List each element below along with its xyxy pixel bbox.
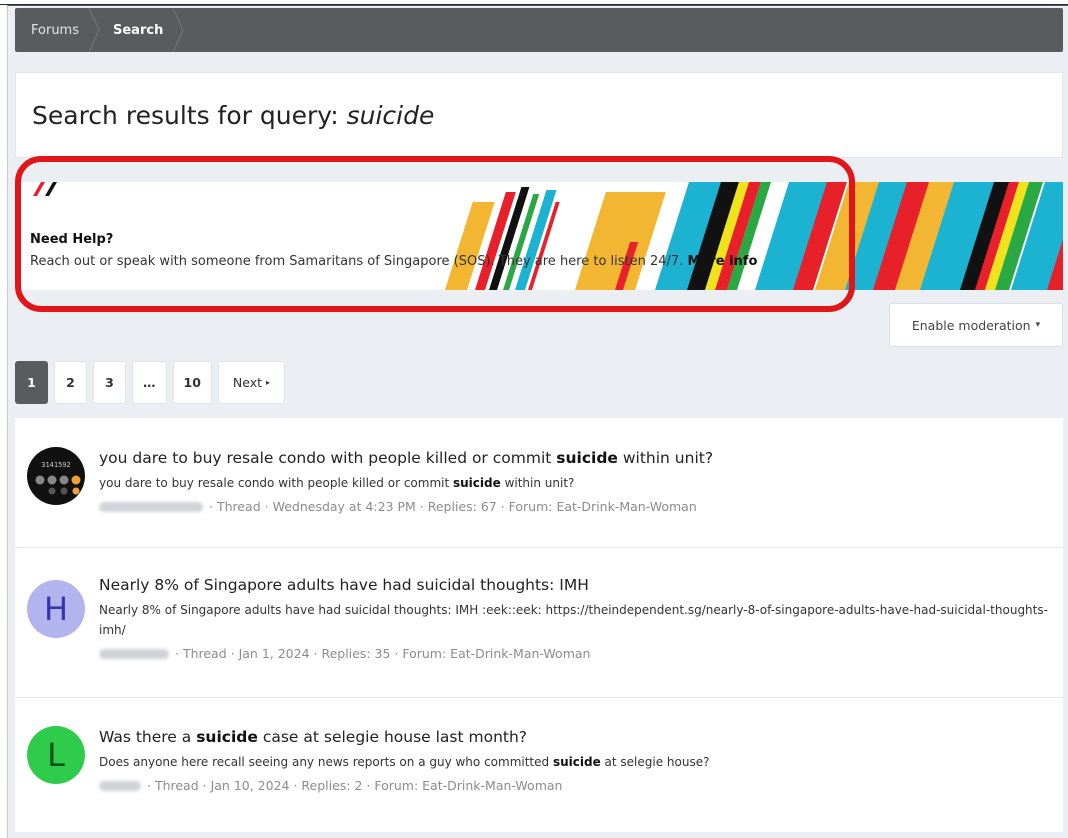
- result-title-text: within unit?: [617, 449, 714, 467]
- banner-stripe: [45, 182, 57, 196]
- enable-moderation-label: Enable moderation: [911, 317, 1031, 333]
- help-banner-heading: Need Help?: [30, 232, 114, 247]
- banner-stripe: [33, 182, 45, 196]
- search-results-list: 3141592 you dare to buy resale condo wit…: [15, 418, 1063, 832]
- next-page-button[interactable]: Next ▸: [217, 361, 286, 404]
- result-meta: · Thread · Wednesday at 4:23 PM · Replie…: [99, 499, 1049, 514]
- result-content: Was there a suicide case at selegie hous…: [99, 727, 1049, 793]
- result-title-text: you dare to buy resale condo with people…: [99, 449, 557, 467]
- page-button-10[interactable]: 10: [172, 361, 212, 404]
- redacted-username: [99, 780, 141, 791]
- chevron-right-icon: ▸: [266, 378, 271, 387]
- avatar[interactable]: L: [27, 726, 85, 784]
- chevron-down-icon: ▾: [1035, 320, 1041, 330]
- page-title-box: Search results for query: suicide: [15, 72, 1063, 158]
- result-meta-text: · Thread · Wednesday at 4:23 PM · Replie…: [209, 499, 697, 514]
- breadcrumb-search[interactable]: Search: [97, 8, 184, 52]
- avatar[interactable]: H: [27, 580, 85, 638]
- help-banner: Need Help? Reach out or speak with someo…: [15, 182, 1063, 290]
- result-title-link[interactable]: Nearly 8% of Singapore adults have had s…: [99, 576, 589, 594]
- result-content: Nearly 8% of Singapore adults have had s…: [99, 575, 1049, 661]
- result-title-match: suicide: [196, 728, 258, 746]
- result-meta: · Thread · Jan 1, 2024 · Replies: 35 · F…: [99, 646, 1049, 661]
- result-meta-text: · Thread · Jan 1, 2024 · Replies: 35 · F…: [175, 646, 591, 661]
- result-title-text: Was there a: [99, 728, 197, 746]
- result-title-text: case at selegie house last month?: [257, 728, 528, 746]
- svg-text:3141592: 3141592: [41, 461, 71, 469]
- pagination: 1 2 3 … 10 Next ▸: [15, 361, 291, 404]
- search-query: suicide: [346, 100, 435, 130]
- breadcrumb-search-label: Search: [113, 22, 164, 38]
- help-banner-text: Need Help? Reach out or speak with someo…: [30, 232, 757, 269]
- page-button-3[interactable]: 3: [93, 361, 126, 404]
- result-meta: · Thread · Jan 10, 2024 · Replies: 2 · F…: [99, 778, 1049, 793]
- result-title-link[interactable]: you dare to buy resale condo with people…: [99, 449, 713, 467]
- next-page-label: Next: [232, 375, 263, 390]
- result-title-link[interactable]: Was there a suicide case at selegie hous…: [99, 728, 527, 746]
- help-banner-message: Reach out or speak with someone from Sam…: [30, 254, 684, 269]
- avatar-letter: H: [43, 590, 69, 628]
- page-title: Search results for query: suicide: [32, 101, 434, 130]
- result-meta-text: · Thread · Jan 10, 2024 · Replies: 2 · F…: [147, 778, 563, 793]
- redacted-username: [99, 648, 169, 659]
- calculator-icon: 3141592: [27, 447, 85, 505]
- breadcrumb-separator-icon: [172, 8, 184, 52]
- result-snippet: Nearly 8% of Singapore adults have had s…: [99, 603, 1048, 637]
- page-button-1[interactable]: 1: [15, 361, 48, 404]
- result-content: you dare to buy resale condo with people…: [99, 448, 1049, 514]
- more-info-link[interactable]: More info: [687, 254, 757, 269]
- search-result: H Nearly 8% of Singapore adults have had…: [15, 548, 1063, 698]
- help-banner-body: Reach out or speak with someone from Sam…: [30, 254, 757, 269]
- breadcrumb-forums-label: Forums: [31, 22, 79, 38]
- page-title-prefix: Search results for query:: [32, 100, 339, 130]
- result-snippet: Does anyone here recall seeing any news …: [99, 755, 710, 769]
- result-snippet: you dare to buy resale condo with people…: [99, 476, 575, 490]
- search-result: L Was there a suicide case at selegie ho…: [15, 698, 1063, 832]
- redacted-username: [99, 501, 203, 512]
- avatar-letter: L: [47, 736, 65, 774]
- page-jump-ellipsis[interactable]: …: [132, 361, 167, 404]
- breadcrumb: Forums Search: [15, 8, 1063, 52]
- result-title-text: Nearly 8% of Singapore adults have had s…: [99, 576, 589, 594]
- avatar[interactable]: 3141592: [27, 447, 85, 505]
- enable-moderation-button[interactable]: Enable moderation ▾: [889, 303, 1063, 347]
- breadcrumb-forums[interactable]: Forums: [15, 8, 100, 52]
- result-title-match: suicide: [556, 449, 618, 467]
- search-result: 3141592 you dare to buy resale condo wit…: [15, 418, 1063, 548]
- page-button-2[interactable]: 2: [54, 361, 87, 404]
